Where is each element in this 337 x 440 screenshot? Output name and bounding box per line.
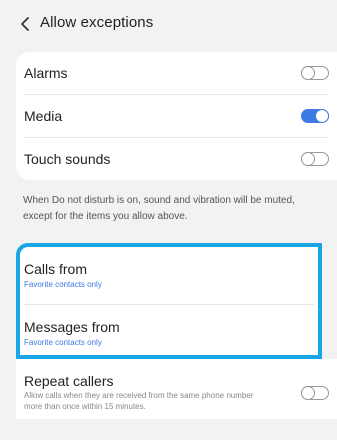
touch-sounds-row[interactable]: Touch sounds [16,138,337,180]
repeat-callers-label: Repeat callers [24,373,114,389]
app-header: Allow exceptions [0,0,337,50]
page-title: Allow exceptions [40,14,154,31]
alarms-row[interactable]: Alarms [16,52,337,94]
messages-from-label: Messages from [24,319,120,335]
media-row[interactable]: Media [16,95,337,137]
repeat-callers-card[interactable]: Repeat callers Allow calls when they are… [16,359,337,419]
alarms-label: Alarms [24,65,68,81]
media-toggle[interactable] [301,109,329,123]
alarms-toggle[interactable] [301,66,329,80]
info-text: When Do not disturb is on, sound and vib… [23,195,295,222]
exceptions-card: Alarms Media Touch sounds [16,52,337,180]
calls-from-value: Favorite contacts only [24,280,102,289]
messages-from-row[interactable]: Messages from Favorite contacts only [20,305,318,357]
media-label: Media [24,108,63,124]
calls-from-label: Calls from [24,261,88,277]
repeat-callers-toggle[interactable] [301,386,329,400]
calls-from-row[interactable]: Calls from Favorite contacts only [20,247,318,299]
back-button[interactable] [18,15,32,33]
repeat-callers-description: Allow calls when they are received from … [24,391,254,411]
messages-from-value: Favorite contacts only [24,338,102,347]
chevron-left-icon [21,17,29,31]
touch-sounds-toggle[interactable] [301,152,329,166]
touch-sounds-label: Touch sounds [24,151,111,167]
highlighted-section: Calls from Favorite contacts only Messag… [16,243,322,359]
